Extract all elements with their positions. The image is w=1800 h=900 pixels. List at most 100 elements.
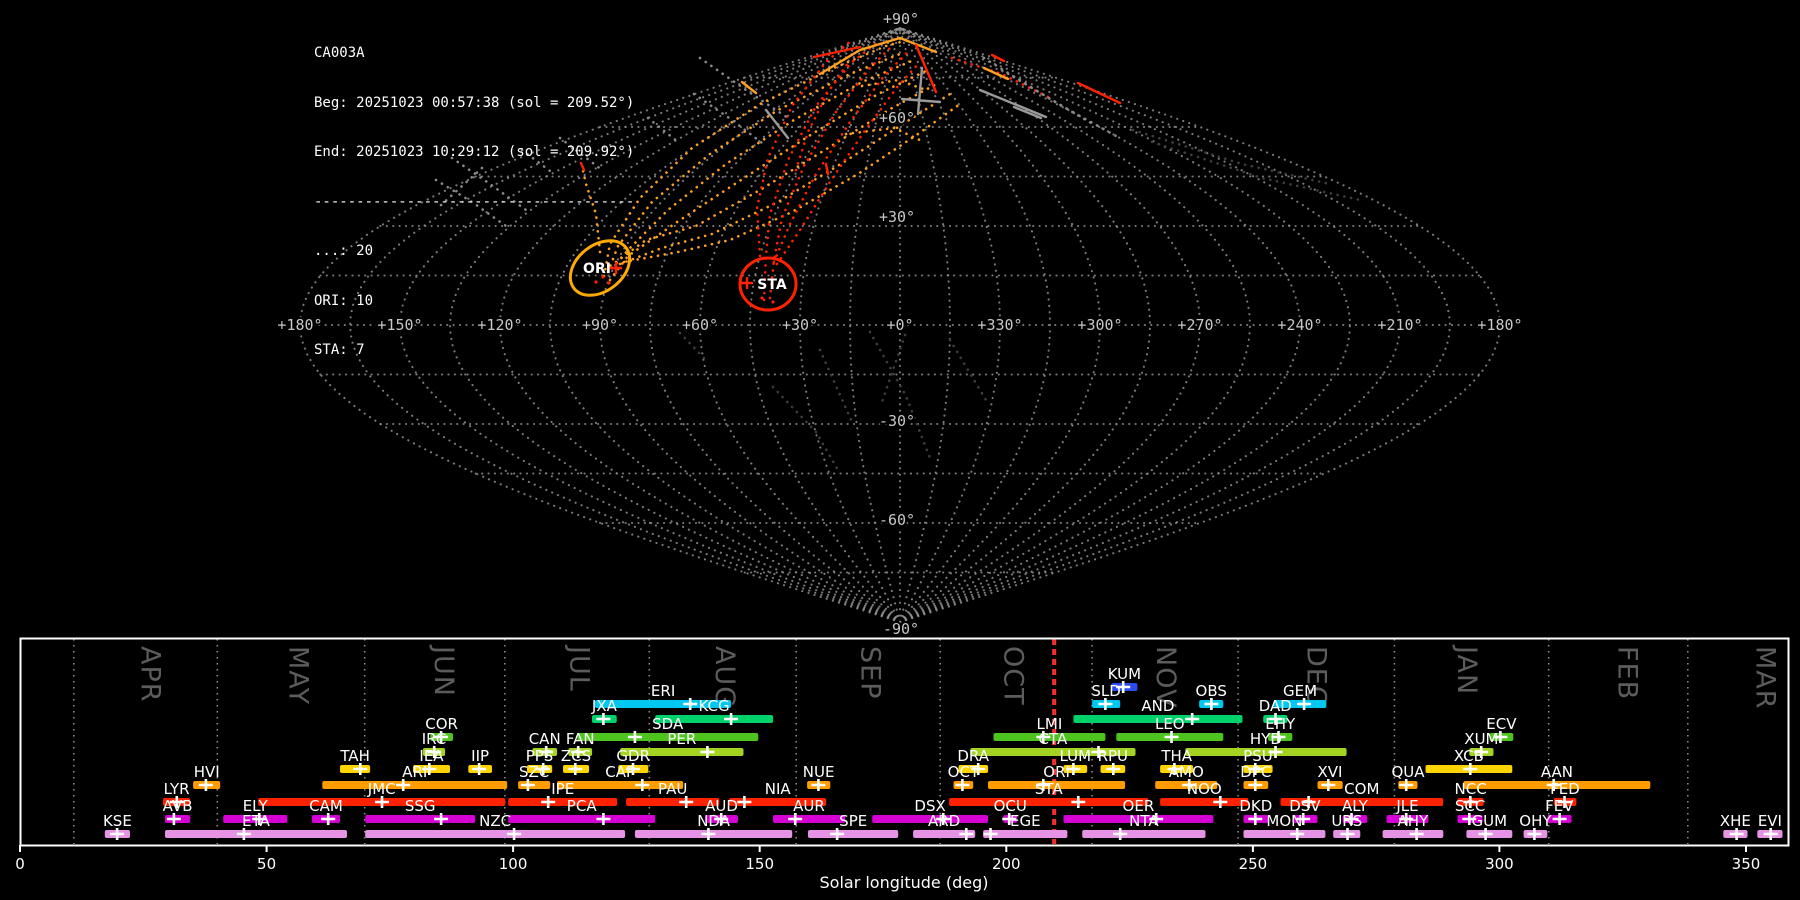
shower-label-NUE: NUE: [803, 763, 835, 781]
shower-label-CAP: CAP: [605, 763, 635, 781]
sporadic-count: ...: 20: [314, 243, 374, 259]
sta-count: STA: 7: [314, 342, 365, 358]
meteor-trail: [606, 52, 902, 274]
shower-bar-ARI: [322, 781, 508, 789]
shower-label-NCC: NCC: [1455, 780, 1487, 798]
longitude-label: +60°: [682, 316, 718, 334]
meteor-trail: [948, 338, 988, 402]
meteor-trail: [860, 78, 928, 92]
shower-label-ERI: ERI: [651, 682, 675, 700]
month-label-JUL: JUL: [563, 644, 594, 692]
radiant-cross-STA: [741, 277, 753, 289]
x-axis-title: Solar longitude (deg): [820, 873, 989, 892]
shower-peak-SDA: [627, 731, 642, 743]
shower-label-EGE: EGE: [1010, 812, 1041, 830]
begin-time: Beg: 20251023 00:57:38 (sol = 209.52°): [314, 94, 635, 111]
shower-peak-ERI: [683, 698, 698, 710]
shower-label-AUR: AUR: [793, 797, 825, 815]
north-pole-label: +90°: [883, 10, 919, 28]
longitude-label: +300°: [1077, 316, 1122, 334]
shower-label-COM: COM: [1344, 780, 1379, 798]
shower-label-STA: STA: [1035, 780, 1064, 798]
meteor-trail: [868, 330, 932, 460]
month-label-MAR: MAR: [1749, 646, 1780, 710]
shower-label-OBS: OBS: [1196, 682, 1227, 700]
shower-label-DPC: DPC: [1240, 763, 1271, 781]
shower-label-PER: PER: [667, 730, 696, 748]
shower-label-SPE: SPE: [839, 812, 867, 830]
longitude-label: +180°: [1477, 316, 1522, 334]
shower-peak-STA: [1071, 796, 1086, 808]
separator-line: --------------------------------------: [314, 193, 635, 210]
shower-label-RPU: RPU: [1098, 747, 1128, 765]
shower-label-URS: URS: [1331, 812, 1362, 830]
shower-bar-AUR: [773, 815, 845, 823]
shower-peak-CAP: [635, 779, 650, 791]
axis-tick-label: 50: [257, 855, 276, 873]
axis-tick-label: 0: [15, 855, 25, 873]
shower-label-XHE: XHE: [1720, 812, 1751, 830]
shower-label-LEO: LEO: [1155, 715, 1185, 733]
shower-bar-SSG: [365, 815, 476, 823]
shower-label-AMO: AMO: [1169, 763, 1204, 781]
shower-peak-PCA: [596, 813, 611, 825]
shower-bar-NTA: [1082, 830, 1206, 838]
shower-label-KUM: KUM: [1108, 665, 1141, 683]
shower-peak-ARD: [959, 828, 974, 840]
shower-label-TAH: TAH: [339, 747, 370, 765]
radiant-dot: [760, 296, 764, 300]
shower-label-ZCS: ZCS: [561, 747, 591, 765]
shower-label-ETA: ETA: [242, 812, 270, 830]
shower-label-IIP: IIP: [471, 747, 489, 765]
month-label-FEB: FEB: [1611, 646, 1642, 700]
month-label-JUN: JUN: [428, 644, 459, 697]
shower-peak-SSG: [434, 813, 449, 825]
latitude-label: -60°: [879, 511, 915, 529]
shower-label-AAN: AAN: [1541, 763, 1573, 781]
meteor-trail: [1150, 140, 1362, 202]
shower-label-PAU: PAU: [658, 780, 687, 798]
shower-label-FAN: FAN: [566, 730, 595, 748]
shower-label-FED: FED: [1550, 780, 1580, 798]
axis-tick-label: 100: [499, 855, 528, 873]
shower-bar-MON: [1243, 830, 1326, 838]
meteor-trail: [880, 333, 907, 404]
shower-label-ARD: ARD: [928, 812, 960, 830]
shower-peak-NTA: [1113, 828, 1128, 840]
end-time: End: 20251023 10:29:12 (sol = 209.92°): [314, 144, 635, 160]
shower-label-NTA: NTA: [1129, 812, 1159, 830]
shower-label-CTA: CTA: [1039, 730, 1068, 748]
month-label-OCT: OCT: [997, 646, 1028, 706]
shower-label-CAM: CAM: [309, 797, 343, 815]
shower-label-ORI: ORI: [1043, 763, 1070, 781]
shower-label-AVB: AVB: [163, 797, 193, 815]
shower-label-MON: MON: [1266, 812, 1302, 830]
axis-tick-label: 150: [745, 855, 774, 873]
shower-label-KCG: KCG: [699, 697, 730, 715]
shower-label-JMC: JMC: [367, 780, 396, 798]
axis-tick-label: 250: [1239, 855, 1268, 873]
meteor-trail: [771, 385, 840, 472]
shower-label-OHY: OHY: [1519, 812, 1552, 830]
station-id: CA003A: [314, 45, 365, 61]
radiant-label-STA: STA: [757, 277, 787, 293]
shower-label-PCA: PCA: [567, 797, 598, 815]
info-panel: CA003A Beg: 20251023 00:57:38 (sol = 209…: [314, 12, 634, 375]
x-axis: 0 50 100 150 200 250 300 350 Solar longitude (de…: [15, 637, 1790, 892]
meteor-trail: [900, 97, 942, 104]
shower-rows: KUMERI SLD OBS GEMJXA KCG AND DADCOR SDA LMI LEO E…: [103, 665, 1783, 840]
shower-label-OCT: OCT: [948, 763, 980, 781]
meteor-trail: [772, 50, 910, 264]
shower-peak-NIA: [737, 796, 752, 808]
meteor-trail: [978, 88, 1048, 119]
shower-label-IPE: IPE: [551, 780, 574, 798]
shower-bar-ETA: [165, 830, 347, 838]
longitude-label: +210°: [1377, 316, 1422, 334]
shower-bar-PCA: [508, 815, 656, 823]
shower-peak-PER: [700, 746, 715, 758]
shower-bar-STA: [949, 798, 1149, 806]
ori-count: ORI: 10: [314, 292, 374, 309]
shower-label-ARI: ARI: [402, 763, 427, 781]
shower-label-NDA: NDA: [697, 812, 731, 830]
meteor-trail: [678, 331, 706, 360]
